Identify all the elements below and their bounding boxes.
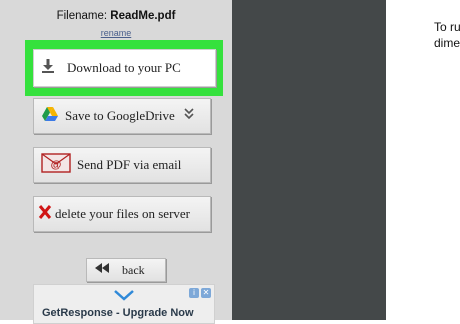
google-drive-icon <box>41 106 59 126</box>
rewind-icon <box>94 262 110 278</box>
email-icon: @ <box>41 153 71 177</box>
chevron-down-icon[interactable] <box>183 107 195 125</box>
delete-x-icon <box>38 204 52 224</box>
download-icon <box>41 58 55 78</box>
ad-close-icon[interactable]: ✕ <box>201 288 211 298</box>
divider-dark-panel <box>232 0 386 320</box>
ad-text: GetResponse - Upgrade Now <box>42 307 194 319</box>
save-to-google-drive-button[interactable]: Save to GoogleDrive <box>33 98 211 134</box>
ad-info-icon[interactable]: i <box>189 288 199 298</box>
ad-mail-icon <box>114 289 134 308</box>
delete-label: delete your files on server <box>55 206 191 221</box>
filename-value: ReadMe.pdf <box>110 10 176 22</box>
download-button[interactable]: Download to your PC <box>33 49 216 87</box>
instructions-line-2: dime <box>434 36 460 50</box>
instructions-line-1: To ru <box>434 20 460 34</box>
instructions-text: To ru dime <box>434 19 460 51</box>
email-label: Send PDF via email <box>77 157 182 172</box>
send-pdf-email-button[interactable]: @ Send PDF via email <box>33 147 211 183</box>
back-button[interactable]: back <box>86 258 166 282</box>
google-drive-label: Save to GoogleDrive <box>65 108 175 123</box>
filename-prefix: Filename: <box>56 10 108 22</box>
delete-files-button[interactable]: delete your files on server <box>33 196 211 232</box>
back-label: back <box>122 262 145 277</box>
ad-banner[interactable]: i ✕ GetResponse - Upgrade Now <box>33 284 215 324</box>
svg-text:@: @ <box>51 159 62 171</box>
download-label: Download to your PC <box>67 60 181 75</box>
filename-label: Filename: ReadMe.pdf <box>0 10 232 22</box>
rename-link[interactable]: rename <box>0 28 232 38</box>
